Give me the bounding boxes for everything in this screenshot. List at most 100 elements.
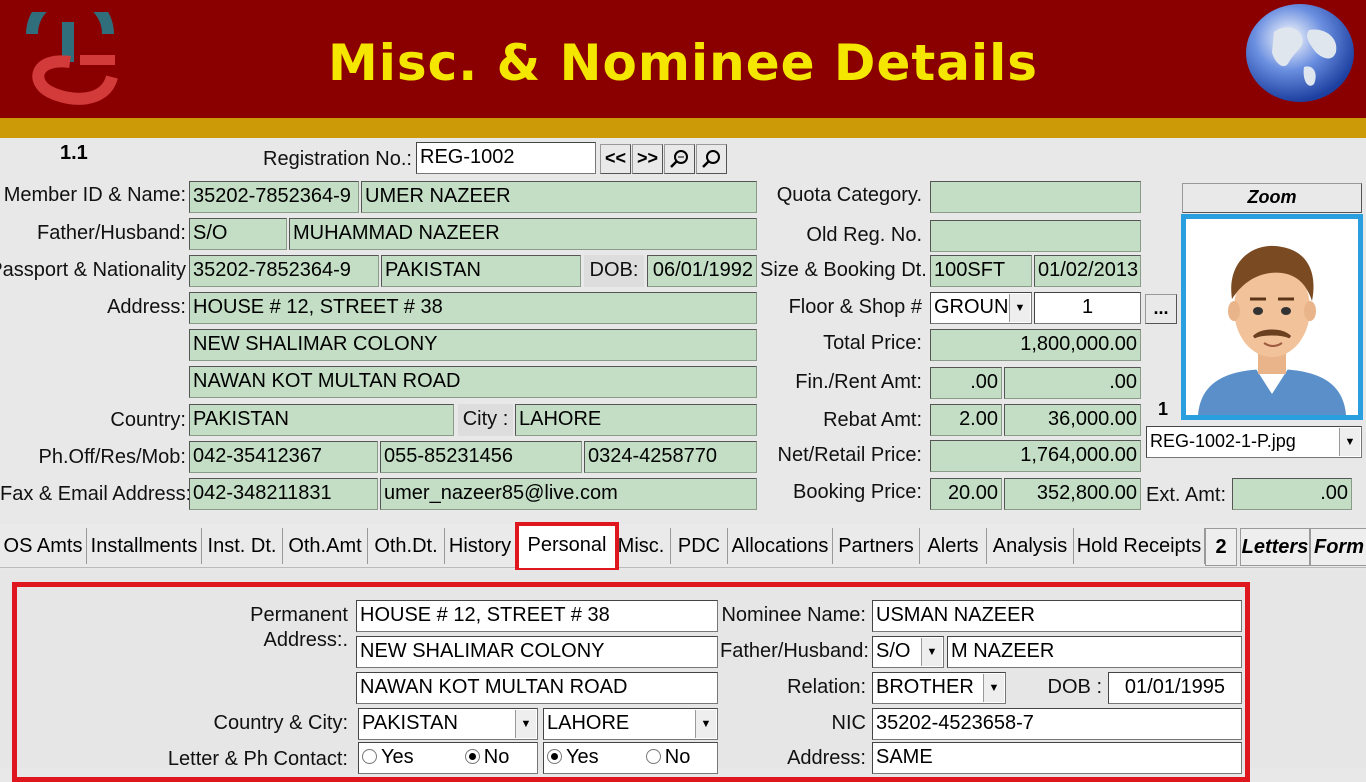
chevron-down-icon[interactable]: ▼ xyxy=(983,674,1004,702)
chevron-down-icon[interactable]: ▼ xyxy=(921,638,942,666)
nominee-dob-label: DOB : xyxy=(1047,676,1102,698)
dob-field[interactable]: 06/01/1992 xyxy=(647,255,757,287)
perm-city-select[interactable]: LAHORE ▼ xyxy=(543,708,718,740)
chevron-down-icon[interactable]: ▼ xyxy=(515,710,536,738)
nic-field[interactable]: 35202-4523658-7 xyxy=(872,708,1242,740)
phone-mobile-field[interactable]: 0324-4258770 xyxy=(584,441,757,473)
nominee-father-field[interactable]: M NAZEER xyxy=(947,636,1242,668)
tab-analysis[interactable]: Analysis xyxy=(987,528,1074,564)
tab-partners[interactable]: Partners xyxy=(833,528,920,564)
photo-file-value: REG-1002-1-P.jpg xyxy=(1150,431,1296,451)
zoom-label: Zoom xyxy=(1247,187,1297,207)
city-label: City : xyxy=(458,404,513,436)
quota-field[interactable] xyxy=(930,181,1141,213)
tab-hold-receipts[interactable]: Hold Receipts xyxy=(1074,528,1205,564)
father-name-field[interactable]: MUHAMMAD NAZEER xyxy=(289,218,757,250)
advanced-search-button[interactable] xyxy=(696,144,727,174)
floor-select[interactable]: GROUNI ▼ xyxy=(930,292,1032,324)
phone-no-radio[interactable] xyxy=(645,749,661,764)
tab-oth-dt[interactable]: Oth.Dt. xyxy=(368,528,445,564)
fin-rent-label: Fin./Rent Amt: xyxy=(795,371,922,393)
nationality-field[interactable]: PAKISTAN xyxy=(381,255,581,287)
photo-index-label: 1 xyxy=(1148,396,1178,424)
ext-amt-field[interactable]: .00 xyxy=(1232,478,1352,510)
rebate-amt-field[interactable]: 36,000.00 xyxy=(1004,404,1141,436)
nominee-name-field[interactable]: USMAN NAZEER xyxy=(872,600,1242,632)
chevron-down-icon[interactable]: ▼ xyxy=(1009,294,1030,322)
chevron-down-icon[interactable]: ▼ xyxy=(695,710,716,738)
tab-letters[interactable]: Letters xyxy=(1240,528,1310,566)
rebate-pct-field[interactable]: 2.00 xyxy=(930,404,1002,436)
booking-date-field[interactable]: 01/02/2013 xyxy=(1034,255,1141,287)
nominee-rel-value: S/O xyxy=(876,640,911,662)
prev-record-button[interactable]: << xyxy=(600,144,631,174)
tab-history[interactable]: History xyxy=(445,528,516,564)
tab-misc[interactable]: Misc. xyxy=(612,528,671,564)
booking-pct-field[interactable]: 20.00 xyxy=(930,478,1002,510)
tab-oth-amt[interactable]: Oth.Amt xyxy=(283,528,368,564)
letter-no-radio[interactable] xyxy=(464,749,480,764)
next-record-button[interactable]: >> xyxy=(632,144,663,174)
tab-installments[interactable]: Installments xyxy=(87,528,202,564)
permanent-address-label-2: Address:. xyxy=(263,629,348,651)
father-relation-field[interactable]: S/O xyxy=(189,218,287,250)
phone-residence-field[interactable]: 055-85231456 xyxy=(380,441,582,473)
member-label: Member ID & Name: xyxy=(3,184,186,206)
registration-input[interactable]: REG-1002 xyxy=(416,142,596,174)
dob-label: DOB: xyxy=(584,255,644,287)
address-line1-field[interactable]: HOUSE # 12, STREET # 38 xyxy=(189,292,757,324)
relation-select[interactable]: BROTHER ▼ xyxy=(872,672,1006,704)
nominee-relation-select[interactable]: S/O ▼ xyxy=(872,636,944,668)
search-button[interactable] xyxy=(664,144,695,174)
country-field[interactable]: PAKISTAN xyxy=(189,404,454,436)
more-button[interactable]: ... xyxy=(1145,294,1177,324)
address-label: Address: xyxy=(107,296,186,318)
nominee-address-field[interactable]: SAME xyxy=(872,742,1242,774)
member-name-field[interactable]: UMER NAZEER xyxy=(361,181,757,213)
permanent-line3-field[interactable]: NAWAN KOT MULTAN ROAD xyxy=(356,672,718,704)
contact-label: Letter & Ph Contact: xyxy=(167,748,348,770)
address-line3-field[interactable]: NAWAN KOT MULTAN ROAD xyxy=(189,366,757,398)
tab-alerts[interactable]: Alerts xyxy=(920,528,987,564)
phone-no-label: No xyxy=(664,746,691,768)
phone-office-field[interactable]: 042-35412367 xyxy=(189,441,378,473)
photo-file-select[interactable]: REG-1002-1-P.jpg ▼ xyxy=(1146,426,1362,458)
letter-yes-radio[interactable] xyxy=(362,749,377,764)
phone-yes-radio[interactable] xyxy=(547,749,562,764)
tab-inst-dt[interactable]: Inst. Dt. xyxy=(202,528,283,564)
size-field[interactable]: 100SFT xyxy=(930,255,1032,287)
tab-personal[interactable]: Personal xyxy=(515,522,619,572)
total-price-field[interactable]: 1,800,000.00 xyxy=(930,329,1141,361)
chevron-down-icon[interactable]: ▼ xyxy=(1339,428,1360,456)
perm-city-value: LAHORE xyxy=(547,712,630,734)
tab-pdc[interactable]: PDC xyxy=(671,528,728,564)
oldreg-field[interactable] xyxy=(930,220,1141,252)
city-field[interactable]: LAHORE xyxy=(515,404,757,436)
search-icon xyxy=(701,150,720,168)
search-icon xyxy=(669,150,688,168)
permanent-line1-field[interactable]: HOUSE # 12, STREET # 38 xyxy=(356,600,718,632)
email-field[interactable]: umer_nazeer85@live.com xyxy=(380,478,757,510)
zoom-button[interactable]: Zoom xyxy=(1182,183,1362,213)
perm-country-select[interactable]: PAKISTAN ▼ xyxy=(358,708,538,740)
tab-form[interactable]: Form xyxy=(1310,528,1366,566)
passport-field[interactable]: 35202-7852364-9 xyxy=(189,255,379,287)
fin-pct-field[interactable]: .00 xyxy=(930,367,1002,399)
permanent-line2-field[interactable]: NEW SHALIMAR COLONY xyxy=(356,636,718,668)
tab-page-2[interactable]: 2 xyxy=(1205,528,1237,566)
net-price-field[interactable]: 1,764,000.00 xyxy=(930,440,1141,472)
member-photo[interactable] xyxy=(1181,214,1363,420)
booking-amt-field[interactable]: 352,800.00 xyxy=(1004,478,1141,510)
fax-field[interactable]: 042-348211831 xyxy=(189,478,378,510)
relation-label: Relation: xyxy=(787,676,866,698)
tab-allocations[interactable]: Allocations xyxy=(728,528,833,564)
tab-os-amts[interactable]: OS Amts xyxy=(0,528,87,564)
registration-label: Registration No.: xyxy=(263,148,412,170)
address-line2-field[interactable]: NEW SHALIMAR COLONY xyxy=(189,329,757,361)
shop-no-field[interactable]: 1 xyxy=(1034,292,1141,324)
total-price-label: Total Price: xyxy=(823,332,922,354)
nominee-dob-field[interactable]: 01/01/1995 xyxy=(1108,672,1242,704)
fin-amt-field[interactable]: .00 xyxy=(1004,367,1141,399)
member-id-field[interactable]: 35202-7852364-9 xyxy=(189,181,359,213)
nominee-address-label: Address: xyxy=(787,747,866,769)
